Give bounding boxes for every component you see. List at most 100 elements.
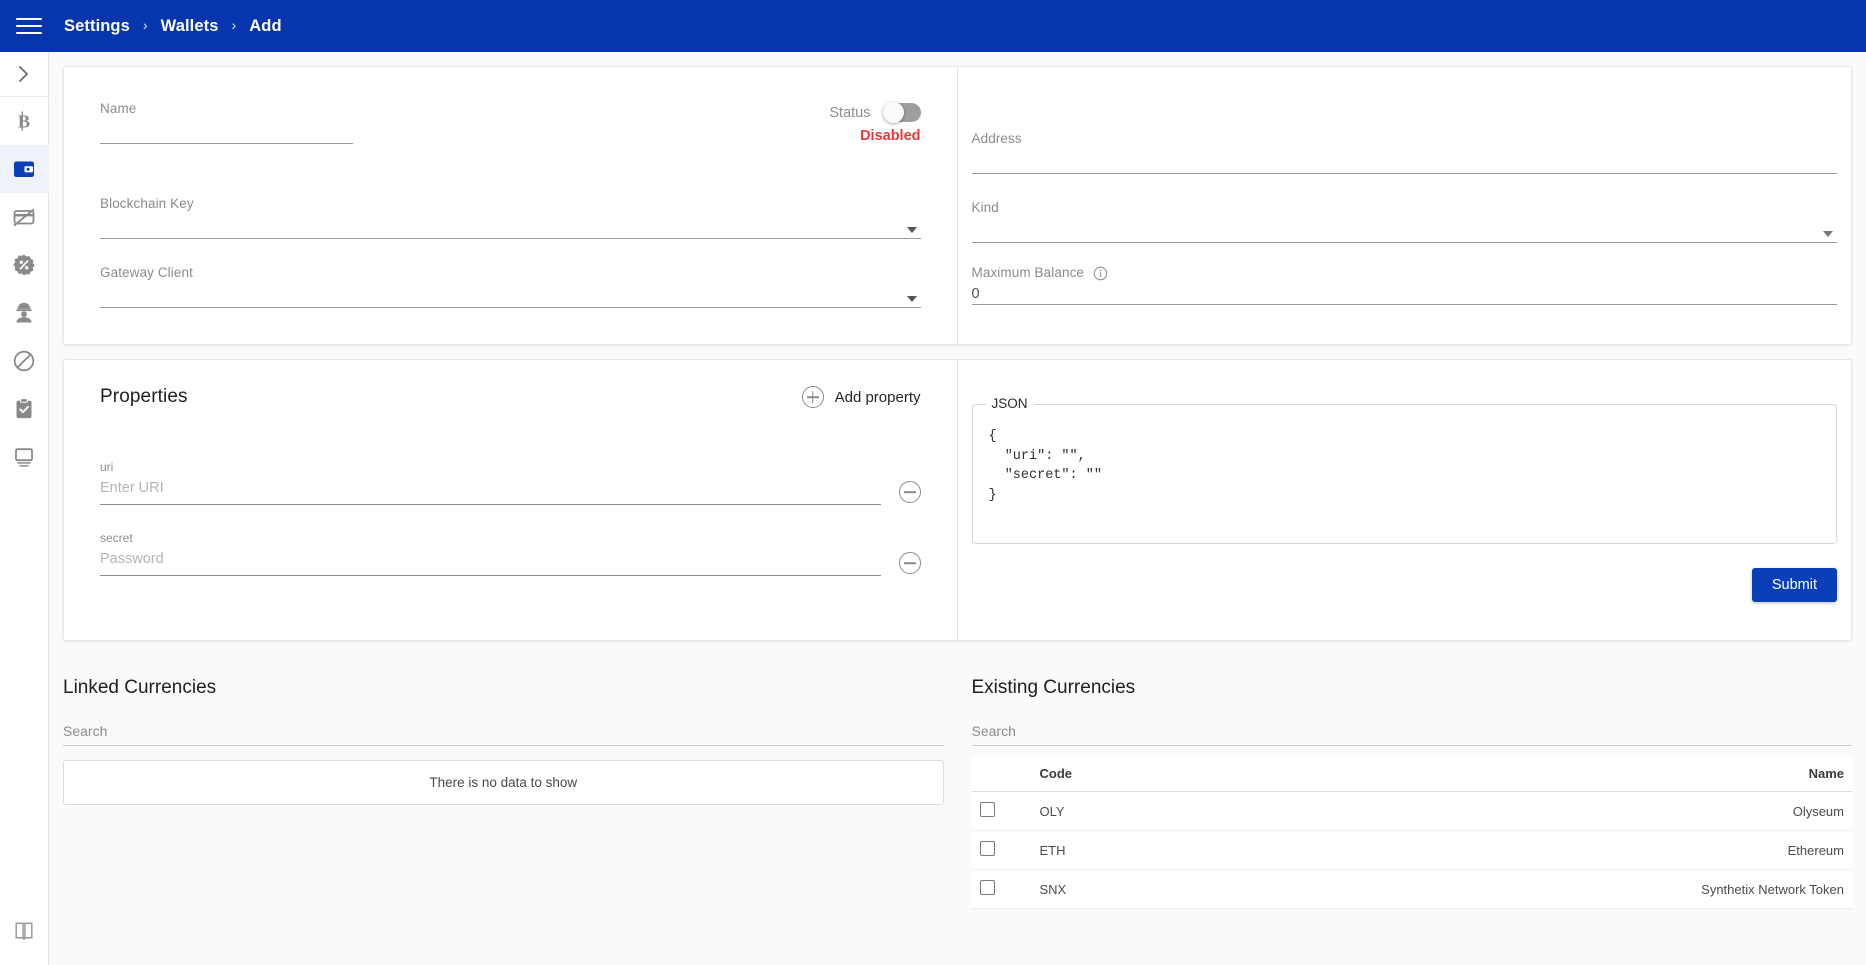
hamburger-icon[interactable]	[16, 16, 42, 36]
maximum-balance-field[interactable]: Maximum Balance 0	[971, 265, 1838, 305]
sidebar-item-bitcoin[interactable]: B	[0, 97, 49, 145]
property-row: uri Enter URI	[100, 460, 921, 505]
add-property-button[interactable]: Add property	[801, 386, 921, 408]
info-icon[interactable]	[1093, 266, 1108, 281]
sidebar-item-monitoring[interactable]	[0, 433, 49, 481]
property-key-label: uri	[100, 460, 114, 474]
chevron-down-icon[interactable]	[1823, 231, 1833, 237]
blockchain-key-select[interactable]: Blockchain Key	[100, 196, 921, 239]
address-label: Address	[971, 131, 1022, 146]
blockchain-key-underline	[100, 238, 921, 239]
submit-button[interactable]: Submit	[1751, 568, 1837, 602]
card-off-icon	[13, 208, 35, 227]
property-uri-input[interactable]: Enter URI	[100, 479, 881, 498]
row-name: Olyseum	[1181, 791, 1852, 831]
chevron-down-icon[interactable]	[906, 296, 917, 302]
gateway-client-value	[100, 288, 921, 307]
kind-value	[972, 223, 1838, 242]
chevron-down-icon[interactable]	[906, 227, 917, 233]
maximum-balance-underline	[971, 304, 1837, 305]
breadcrumb-item-settings[interactable]: Settings	[64, 17, 130, 36]
name-input[interactable]	[100, 124, 353, 143]
checkbox[interactable]	[979, 880, 995, 895]
kind-select[interactable]: Kind	[971, 200, 1838, 243]
checkbox[interactable]	[979, 802, 995, 817]
currencies-section: Linked Currencies Search There is no dat…	[49, 655, 1866, 909]
app-root: Settings › Wallets › Add B Name Status D…	[0, 0, 1866, 965]
engineer-icon	[16, 302, 32, 323]
maximum-balance-label: Maximum Balance	[971, 265, 1085, 280]
sidebar-item-wallets[interactable]	[0, 145, 49, 193]
row-code: SNX	[1031, 869, 1182, 909]
table-row[interactable]: SNX Synthetix Network Token	[971, 869, 1852, 909]
search-underline	[63, 745, 944, 746]
plus-circle-icon	[801, 386, 824, 408]
main-content: Name Status Disabled Blockchain Key Gate…	[49, 52, 1866, 965]
row-checkbox-cell[interactable]	[971, 830, 1032, 870]
table-row[interactable]: ETH Ethereum	[971, 830, 1852, 870]
linked-currencies-title: Linked Currencies	[63, 677, 217, 698]
discount-badge-icon	[13, 254, 35, 276]
kind-underline	[971, 242, 1837, 243]
property-uri-field[interactable]: uri Enter URI	[100, 460, 881, 505]
sidebar-rail: B	[0, 52, 49, 965]
table-header-row: Code Name	[971, 756, 1852, 792]
add-property-label: Add property	[834, 388, 921, 406]
status-label: Status	[829, 104, 871, 121]
breadcrumb: Settings › Wallets › Add	[64, 17, 282, 36]
minus-circle-icon[interactable]	[898, 552, 921, 574]
sidebar-item-card-off[interactable]	[0, 193, 49, 241]
gateway-client-label: Gateway Client	[100, 265, 193, 280]
name-field[interactable]: Name	[100, 101, 353, 144]
gateway-client-select[interactable]: Gateway Client	[100, 265, 921, 308]
existing-currencies-table: Code Name OLY Olyseum ETH Ethereum SNX S…	[971, 756, 1852, 909]
monitor-icon	[15, 448, 33, 467]
breadcrumb-item-wallets[interactable]: Wallets	[161, 17, 219, 36]
breadcrumb-separator: ›	[231, 17, 237, 33]
row-name: Ethereum	[1181, 830, 1852, 870]
row-checkbox-cell[interactable]	[971, 869, 1032, 909]
sidebar-item-fees[interactable]	[0, 241, 49, 289]
existing-currencies-search[interactable]: Search	[971, 723, 1852, 746]
status-toggle[interactable]	[882, 102, 921, 123]
json-legend: JSON	[985, 396, 1034, 411]
kind-label: Kind	[971, 200, 999, 215]
json-preview-code: { "uri": "", "secret": "" }	[988, 429, 1102, 503]
existing-currencies-title: Existing Currencies	[971, 677, 1136, 698]
row-checkbox-cell[interactable]	[971, 791, 1032, 831]
property-row: secret Password	[100, 531, 921, 576]
linked-currencies-search[interactable]: Search	[63, 723, 944, 746]
form-right-column: Address Kind Maximum Balance 0	[958, 67, 1852, 344]
address-field[interactable]: Address	[971, 131, 1838, 174]
maximum-balance-input[interactable]: 0	[972, 285, 1838, 304]
svg-text:B: B	[18, 111, 30, 131]
bitcoin-icon: B	[18, 111, 30, 131]
sidebar-item-docs[interactable]	[0, 907, 49, 955]
gateway-client-underline	[100, 307, 921, 308]
search-placeholder: Search	[63, 723, 108, 739]
property-secret-input[interactable]: Password	[100, 550, 881, 569]
address-input[interactable]	[972, 154, 1838, 173]
block-icon	[13, 350, 35, 372]
search-underline	[971, 745, 1852, 746]
row-name: Synthetix Network Token	[1181, 869, 1852, 909]
breadcrumb-item-add[interactable]: Add	[249, 17, 281, 36]
table-row[interactable]: OLY Olyseum	[971, 791, 1852, 831]
properties-card: Properties Add property uri Enter URI se…	[63, 359, 1852, 641]
property-key-label: secret	[100, 531, 133, 545]
clipboard-check-icon	[16, 398, 32, 419]
sidebar-expand-button[interactable]	[0, 52, 49, 96]
wallet-icon	[14, 161, 34, 177]
checkbox[interactable]	[979, 841, 995, 856]
sidebar-item-restrictions[interactable]	[0, 337, 49, 385]
json-preview-box: JSON { "uri": "", "secret": "" }	[971, 396, 1837, 544]
properties-title: Properties	[100, 386, 188, 407]
wallet-form-card: Name Status Disabled Blockchain Key Gate…	[63, 66, 1852, 345]
property-secret-underline	[100, 575, 881, 576]
property-secret-field[interactable]: secret Password	[100, 531, 881, 576]
sidebar-item-operators[interactable]	[0, 289, 49, 337]
minus-circle-icon[interactable]	[898, 481, 921, 503]
blockchain-key-value	[100, 219, 921, 238]
address-underline	[971, 173, 1837, 174]
sidebar-item-tasks[interactable]	[0, 385, 49, 433]
